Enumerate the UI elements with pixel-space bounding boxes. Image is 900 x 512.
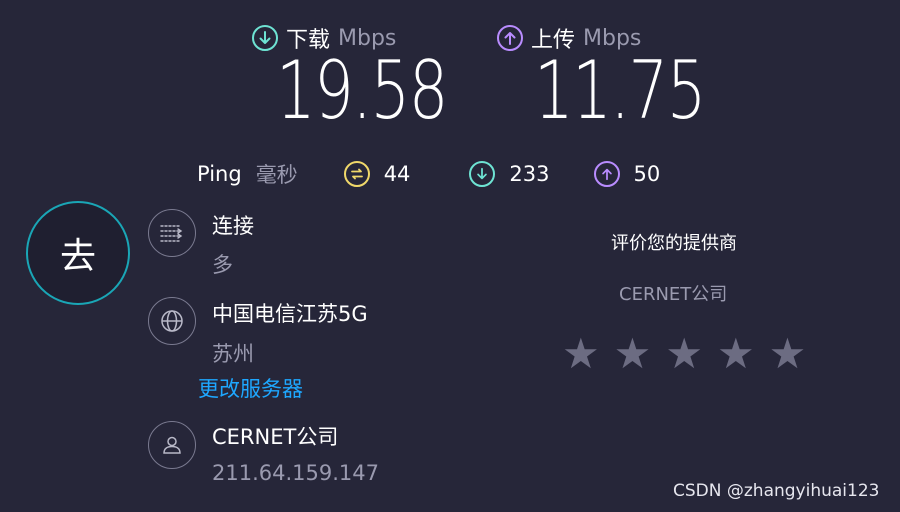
star-3-icon[interactable]: ★ (665, 333, 703, 375)
server-location: 苏州 (212, 342, 254, 366)
connections-value: 多 (212, 253, 233, 277)
provider-ip: 211.64.159.147 (212, 461, 379, 485)
arrow-down-circle-icon (252, 25, 278, 51)
globe-icon (148, 297, 196, 345)
go-button[interactable]: 去 (26, 201, 130, 305)
server-name: 中国电信江苏5G (212, 302, 368, 326)
connections-title: 连接 (212, 214, 254, 238)
download-latency-icon (469, 161, 496, 187)
provider-name: CERNET公司 (212, 425, 339, 449)
rate-provider-name: CERNET公司 (619, 284, 728, 305)
star-1-icon[interactable]: ★ (562, 333, 600, 375)
watermark: CSDN @zhangyihuai123 (673, 481, 880, 501)
ping-label: Ping (197, 162, 242, 186)
idle-latency-icon (343, 161, 370, 187)
user-icon (148, 421, 196, 469)
arrow-up-circle-icon (497, 25, 523, 51)
ping-unit: 毫秒 (255, 163, 298, 187)
ping-download-value: 233 (509, 162, 550, 186)
connections-icon (148, 209, 196, 257)
ping-idle-value: 44 (383, 162, 411, 186)
ping-upload-value: 50 (633, 162, 661, 186)
download-value: 19.58 (276, 44, 448, 137)
upload-value: 11.75 (534, 44, 706, 137)
star-4-icon[interactable]: ★ (717, 333, 755, 375)
ping-row: Ping 毫秒 44 233 50 (197, 159, 660, 189)
star-2-icon[interactable]: ★ (614, 333, 652, 375)
upload-latency-icon (593, 161, 620, 187)
change-server-link[interactable]: 更改服务器 (198, 373, 303, 403)
star-5-icon[interactable]: ★ (769, 333, 807, 375)
rate-provider-title: 评价您的提供商 (611, 233, 737, 254)
star-rating[interactable]: ★ ★ ★ ★ ★ (562, 333, 806, 375)
